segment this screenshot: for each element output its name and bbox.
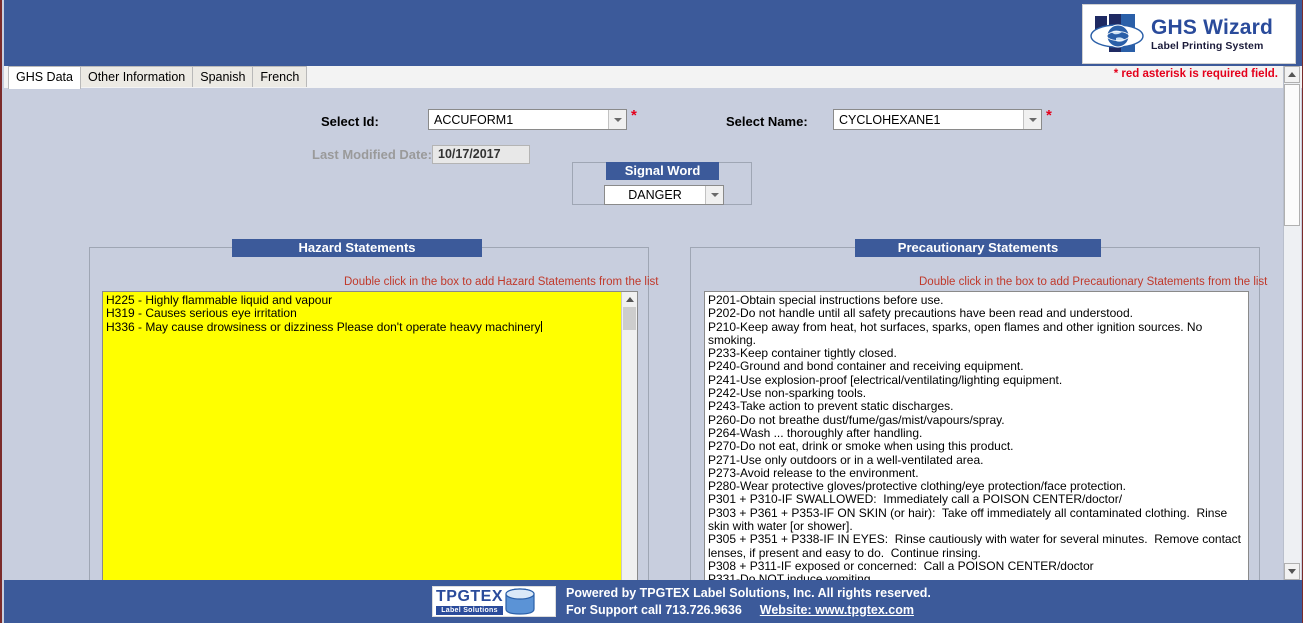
hazard-textarea-scrollbar[interactable] [621, 292, 637, 622]
signal-word-title: Signal Word [606, 162, 719, 180]
precautionary-statement-line: P240-Ground and bond container and recei… [708, 359, 1024, 374]
page-scrollbar-thumb[interactable] [1284, 84, 1300, 226]
footer-copyright: Powered by TPGTEX Label Solutions, Inc. … [566, 585, 931, 600]
precautionary-statement-line: P242-Use non-sparking tools. [708, 386, 867, 401]
database-cylinder-icon [505, 587, 535, 615]
footer-text-block: Powered by TPGTEX Label Solutions, Inc. … [566, 585, 931, 619]
chevron-down-icon[interactable] [608, 110, 626, 129]
signal-word-value: DANGER [628, 188, 682, 202]
text-caret [540, 320, 542, 332]
precautionary-statement-line: P241-Use explosion-proof [electrical/ven… [708, 372, 1063, 387]
tab-other-information[interactable]: Other Information [79, 66, 194, 87]
scroll-up-icon[interactable] [622, 292, 637, 306]
select-name-dropdown[interactable]: CYCLOHEXANE1 [833, 109, 1042, 130]
precautionary-statement-line: P271-Use only outdoors or in a well-vent… [708, 452, 984, 467]
required-field-note: * red asterisk is required field. [1113, 68, 1278, 80]
precautionary-statements-lines: P201-Obtain special instructions before … [705, 292, 1248, 622]
tab-strip: GHS Data Other Information Spanish Frenc… [4, 66, 1302, 89]
logo-subtitle: Label Printing System [1151, 39, 1264, 52]
hazard-statements-lines: H225 - Highly flammable liquid and vapou… [103, 292, 621, 622]
tab-spanish[interactable]: Spanish [192, 66, 254, 87]
precautionary-statement-line: P303 + P361 + P353-IF ON SKIN (or hair):… [708, 505, 1231, 534]
select-name-label: Select Name: [726, 114, 808, 129]
app-header: GHS Wizard Label Printing System [4, 0, 1302, 66]
precautionary-statement-line: P202-Do not handle until all safety prec… [708, 306, 1133, 321]
signal-word-dropdown[interactable]: DANGER [604, 185, 724, 205]
select-name-value: CYCLOHEXANE1 [839, 112, 941, 127]
scrollbar-thumb[interactable] [623, 307, 636, 330]
precautionary-statement-line: P305 + P351 + P338-IF IN EYES: Rinse cau… [708, 532, 1245, 560]
hazard-statement-line: H225 - Highly flammable liquid and vapou… [106, 293, 333, 307]
precautionary-statement-line: P233-Keep container tightly closed. [708, 346, 897, 361]
footer-website-link[interactable]: Website: www.tpgtex.com [760, 602, 914, 619]
tab-ghs-data[interactable]: GHS Data [8, 66, 81, 89]
tab-french[interactable]: French [252, 66, 308, 87]
select-id-label: Select Id: [321, 114, 379, 129]
precautionary-statement-line: P210-Keep away from heat, hot surfaces, … [708, 319, 1206, 347]
hazard-statements-textarea[interactable]: H225 - Highly flammable liquid and vapou… [102, 291, 638, 623]
hazard-statement-line: H319 - Causes serious eye irritation [106, 306, 297, 321]
precautionary-statements-hint: Double click in the box to add Precautio… [919, 276, 1268, 288]
select-id-dropdown[interactable]: ACCUFORM1 [428, 109, 627, 130]
ghs-wizard-application: GHS Wizard Label Printing System GHS Dat… [0, 0, 1303, 623]
precautionary-statement-line: P243-Take action to prevent static disch… [708, 399, 954, 414]
select-name-required-asterisk: * [1046, 107, 1052, 124]
select-id-value: ACCUFORM1 [434, 112, 514, 127]
ghs-wizard-globe-logo-icon [1090, 14, 1144, 52]
precautionary-statement-line: P201-Obtain special instructions before … [708, 293, 944, 307]
page-scroll-down-icon[interactable] [1284, 563, 1300, 580]
tpgtex-brand-name: TPGTEX [436, 587, 504, 605]
last-modified-date-field: 10/17/2017 [432, 145, 530, 164]
form-surface: Select Id: ACCUFORM1 * Select Name: CYCL… [4, 88, 1302, 623]
precautionary-statement-line: P308 + P311-IF exposed or concerned: Cal… [708, 558, 1094, 573]
precautionary-statements-textarea[interactable]: P201-Obtain special instructions before … [704, 291, 1249, 623]
precautionary-statement-line: P280-Wear protective gloves/protective c… [708, 479, 1127, 494]
chevron-down-icon[interactable] [705, 186, 723, 204]
hazard-statement-line: H336 - May cause drowsiness or dizziness… [106, 319, 542, 334]
footer-support-phone: For Support call 713.726.9636 [566, 602, 742, 617]
precautionary-statement-line: P260-Do not breathe dust/fume/gas/mist/v… [708, 412, 1005, 427]
hazard-statements-hint: Double click in the box to add Hazard St… [344, 276, 659, 288]
precautionary-statement-line: P264-Wash ... thoroughly after handling. [708, 425, 923, 440]
precautionary-statements-title: Precautionary Statements [855, 239, 1101, 257]
precautionary-statement-line: P301 + P310-IF SWALLOWED: Immediately ca… [708, 492, 1123, 507]
precautionary-statement-line: P273-Avoid release to the environment. [708, 465, 919, 480]
precautionary-statement-line: P270-Do not eat, drink or smoke when usi… [708, 439, 1014, 454]
page-scroll-up-icon[interactable] [1284, 66, 1300, 83]
tpgtex-logo: TPGTEX Label Solutions [432, 586, 556, 617]
hazard-statements-title: Hazard Statements [232, 239, 482, 257]
logo-title: GHS Wizard [1151, 15, 1273, 39]
page-scrollbar[interactable] [1283, 66, 1301, 580]
select-id-required-asterisk: * [631, 107, 637, 124]
last-modified-date-label: Last Modified Date: [312, 147, 432, 162]
ghs-wizard-logo: GHS Wizard Label Printing System [1082, 4, 1296, 64]
chevron-down-icon[interactable] [1023, 110, 1041, 129]
app-footer: TPGTEX Label Solutions Powered by TPGTEX… [4, 580, 1302, 623]
tpgtex-brand-subtitle: Label Solutions [436, 605, 504, 615]
